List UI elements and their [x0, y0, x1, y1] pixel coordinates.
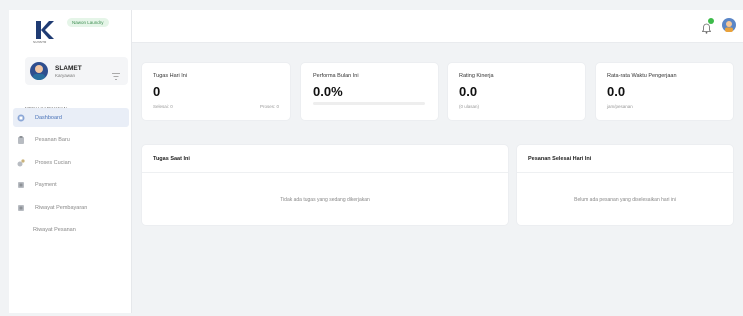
dashboard-icon: [17, 114, 25, 122]
stat-label: Tugas Hari Ini: [153, 73, 188, 79]
stat-value: 0.0: [459, 84, 478, 99]
performance-progress-bar: [313, 102, 425, 105]
panel-title: Tugas Saat Ini: [153, 156, 190, 162]
user-avatar-icon[interactable]: [722, 18, 736, 32]
sidebar-item-payment[interactable]: Payment: [13, 176, 129, 195]
history-icon: [17, 204, 25, 212]
panel-divider: [517, 172, 733, 173]
stat-card-performa: Performa Bulan Ini 0.0%: [300, 62, 439, 121]
user-card[interactable]: SLAMET Karyawan: [25, 57, 128, 85]
sidebar-item-label: Pesanan Baru: [35, 137, 70, 143]
logo-icon: SUNSTR: [33, 20, 55, 44]
logo-caption: SUNSTR: [33, 40, 47, 44]
stat-label: Rata-rata Waktu Pengerjaan: [607, 73, 677, 79]
stat-label: Performa Bulan Ini: [313, 73, 359, 79]
user-role: Karyawan: [55, 72, 76, 78]
stat-sub-left: jam/pesanan: [607, 104, 633, 109]
stat-sub-left: (0 ulasan): [459, 104, 480, 109]
sidebar-item-dashboard[interactable]: Dashboard: [13, 108, 129, 127]
stat-value: 0.0: [607, 84, 626, 99]
sidebar-item-label: Payment: [35, 182, 57, 188]
sidebar-item-label: Proses Cucian: [35, 159, 71, 166]
panel-divider: [142, 172, 508, 173]
empty-state-text: Belum ada pesanan yang diselesaikan hari…: [574, 197, 676, 203]
sidebar-item-riwayat-pesanan[interactable]: Riwayat Pesanan: [13, 221, 129, 240]
payment-icon: [17, 181, 25, 189]
top-bar: [132, 10, 743, 43]
completed-orders-panel: Pesanan Selesai Hari Ini Belum ada pesan…: [516, 144, 734, 226]
sidebar-item-pesanan-baru[interactable]: Pesanan Baru: [13, 131, 129, 150]
menu-toggle-icon[interactable]: [112, 67, 120, 85]
notification-dot: [708, 18, 714, 24]
stat-card-rating: Rating Kinerja 0.0 (0 ulasan): [447, 62, 586, 121]
sidebar-item-label: Riwayat Pembayaran: [35, 204, 88, 211]
brand-badge: Nawon Laundry: [67, 18, 109, 27]
stat-value: 0.0%: [313, 84, 343, 99]
stat-label: Rating Kinerja: [459, 73, 494, 79]
sidebar-item-label: Riwayat Pesanan: [33, 227, 76, 233]
user-name: SLAMET: [55, 64, 82, 72]
laundry-icon: [17, 158, 25, 167]
app-logo[interactable]: SUNSTR: [33, 20, 55, 44]
sidebar-menu: Dashboard Pesanan Baru Proses Cucian Pay…: [13, 108, 129, 243]
sidebar-item-riwayat-pembayaran[interactable]: Riwayat Pembayaran: [13, 198, 129, 217]
stat-value: 0: [153, 84, 161, 99]
stat-sub-left: Selesai: 0: [153, 104, 173, 109]
empty-state-text: Tidak ada tugas yang sedang dikerjakan: [280, 197, 370, 203]
clipboard-icon: [17, 136, 25, 144]
stat-card-rata-rata-waktu: Rata-rata Waktu Pengerjaan 0.0 jam/pesan…: [595, 62, 734, 121]
sidebar-item-proses-cucian[interactable]: Proses Cucian: [13, 153, 129, 172]
sidebar-item-label: Dashboard: [35, 114, 62, 121]
user-avatar: [30, 62, 48, 80]
stat-card-tugas-hari-ini: Tugas Hari Ini 0 Selesai: 0 Proses: 0: [141, 62, 291, 121]
current-tasks-panel: Tugas Saat Ini Tidak ada tugas yang seda…: [141, 144, 509, 226]
panel-title: Pesanan Selesai Hari Ini: [528, 156, 592, 162]
stat-sub-right: Proses: 0: [259, 104, 279, 109]
